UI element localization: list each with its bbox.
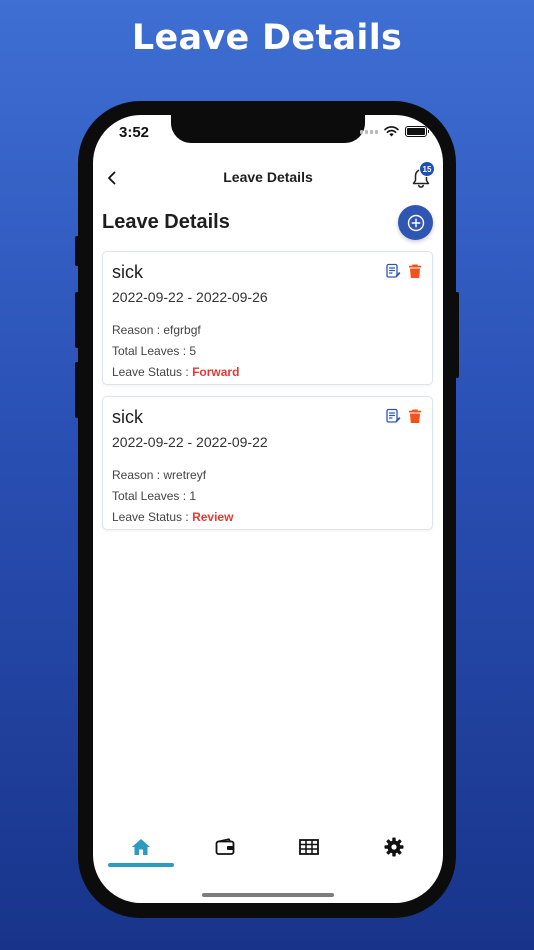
total-value: 5 xyxy=(189,344,197,358)
leave-status: Leave Status : Review xyxy=(112,510,233,524)
leave-reason: Reason : wretreyf xyxy=(112,468,206,482)
status-icons xyxy=(360,126,429,137)
leave-type: sick xyxy=(112,407,143,427)
wifi-icon xyxy=(384,126,399,137)
page-title: Leave Details xyxy=(102,211,230,233)
tab-table[interactable] xyxy=(289,831,329,863)
navbar: Leave Details 15 xyxy=(93,161,443,193)
battery-icon xyxy=(405,126,429,137)
status-label: Leave Status : xyxy=(112,510,193,524)
status-time: 3:52 xyxy=(119,124,150,141)
edit-note-icon xyxy=(386,408,401,423)
add-leave-button[interactable] xyxy=(398,205,433,240)
phone-volume-up xyxy=(75,292,79,348)
chevron-left-icon xyxy=(108,171,116,185)
app-screen: 3:52 Leave Details 15 Leave Details sick… xyxy=(93,115,443,903)
notifications-button[interactable]: 15 xyxy=(409,161,437,191)
reason-label: Reason : xyxy=(112,323,164,337)
notification-badge: 15 xyxy=(419,161,435,177)
phone-power-button xyxy=(455,292,459,378)
leave-status: Leave Status : Forward xyxy=(112,365,239,379)
leave-date-range: 2022-09-22 - 2022-09-22 xyxy=(112,434,268,450)
table-icon xyxy=(299,839,319,855)
reason-label: Reason : xyxy=(112,468,164,482)
gear-icon xyxy=(384,837,404,857)
leave-total: Total Leaves : 1 xyxy=(112,489,196,503)
edit-note-icon xyxy=(386,263,401,278)
delete-leave-button[interactable] xyxy=(407,408,423,424)
tab-settings[interactable] xyxy=(374,831,414,863)
home-icon xyxy=(132,839,150,855)
total-label: Total Leaves : xyxy=(112,344,190,358)
leave-card[interactable]: sick 2022-09-22 - 2022-09-22 Reason : wr… xyxy=(102,396,433,530)
leave-type: sick xyxy=(112,262,143,282)
cellular-signal-icon xyxy=(360,129,378,134)
reason-value: efgrbgf xyxy=(163,323,201,337)
phone-mute-switch xyxy=(75,236,79,266)
trash-icon xyxy=(409,409,421,423)
leave-date-range: 2022-09-22 - 2022-09-26 xyxy=(112,289,268,305)
back-button[interactable] xyxy=(101,167,123,189)
active-tab-indicator xyxy=(108,863,174,867)
status-value: Forward xyxy=(192,365,240,379)
home-indicator-bar xyxy=(202,893,334,897)
phone-notch xyxy=(171,115,365,143)
edit-leave-button[interactable] xyxy=(385,408,401,424)
banner-title: Leave Details xyxy=(131,18,403,58)
leave-reason: Reason : efgrbgf xyxy=(112,323,201,337)
tab-home[interactable] xyxy=(121,831,161,863)
edit-leave-button[interactable] xyxy=(385,263,401,279)
tab-wallet[interactable] xyxy=(205,831,245,863)
plus-circle-icon xyxy=(407,214,424,231)
bottom-tab-bar xyxy=(93,827,443,877)
total-value: 1 xyxy=(189,489,197,503)
delete-leave-button[interactable] xyxy=(407,263,423,279)
nav-title: Leave Details xyxy=(223,169,313,185)
reason-value: wretreyf xyxy=(163,468,207,482)
trash-icon xyxy=(409,264,421,278)
status-label: Leave Status : xyxy=(112,365,193,379)
phone-volume-down xyxy=(75,362,79,418)
leave-card[interactable]: sick 2022-09-22 - 2022-09-26 Reason : ef… xyxy=(102,251,433,385)
total-label: Total Leaves : xyxy=(112,489,190,503)
wallet-icon xyxy=(215,838,235,855)
leave-total: Total Leaves : 5 xyxy=(112,344,196,358)
status-value: Review xyxy=(192,510,234,524)
